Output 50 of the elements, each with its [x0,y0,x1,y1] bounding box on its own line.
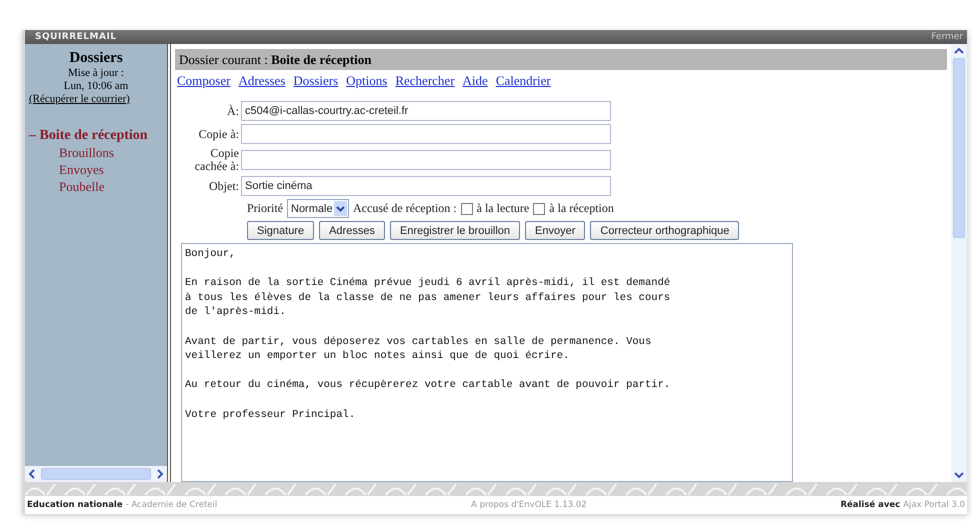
checkbox[interactable] [460,202,473,214]
brand-name: SQUIRRELMAIL [35,32,117,42]
priority-label: Priorité [247,201,283,216]
dropdown-icon [334,201,347,216]
scroll-right-icon[interactable] [155,469,165,479]
horizontal-scrollbar[interactable] [25,466,167,482]
action-button[interactable]: Enregistrer le brouillon [390,221,520,240]
checkbox[interactable] [533,202,546,214]
menu-link[interactable]: Calendrier [496,73,551,89]
field-label: À: [226,104,239,118]
field-label: Copie à: [198,128,239,140]
footer-org: Education nationale [27,500,123,510]
current-folder-text: Dossier courant : Boite de réception [179,52,372,68]
priority-select[interactable]: Normale [287,199,349,218]
vertical-scrollbar[interactable] [951,44,967,482]
message-body-field[interactable]: Bonjour, En raison de la sortie Cinéma prévue jeudi 6 avril après-midi, il est demandé à tous les élèves de la classe de ne pas amener leurs affaires pour les cours de l'après-midi. Avant de partir, vous déposerez vos cartables en salle de permanence. Vous veillerez un emporter un bloc notes ainsi que de quoi écrire. Au retour du cinéma, vous récupèrerez votre cartable avant de pouvoir partir. Votre professeur Principal. [181,243,793,482]
menu-link[interactable]: Aide [462,73,488,89]
scroll-up-icon[interactable] [954,46,964,56]
input-field[interactable] [241,124,611,144]
folder-link[interactable]: Brouillons [29,144,114,161]
sidebar-title: Dossiers [69,50,123,67]
footer-academy: - Academie de Creteil [126,500,218,510]
menu-link[interactable]: Adresses [238,73,286,89]
input-field[interactable] [241,150,611,170]
field-label: Copie cachée à: [194,147,239,173]
folder-link[interactable]: – Boite de réception [29,127,148,144]
scroll-down-icon[interactable] [954,470,964,480]
checkbox-label: à la lecture [476,201,530,216]
made-with-label: Réalisé avec [840,500,900,510]
field-label: Objet: [208,180,239,192]
action-button[interactable]: Correcteur orthographique [590,221,740,240]
input-field[interactable]: c504@i-callas-courtry.ac-creteil.fr [241,101,611,121]
input-field[interactable]: Sortie cinéma [241,176,611,196]
scroll-left-icon[interactable] [27,469,37,479]
receipt-label: Accusé de réception : [353,201,457,216]
menu-link[interactable]: Composer [177,73,230,89]
folder-link[interactable]: Envoyes [29,161,104,178]
folder-link[interactable]: Poubelle [29,178,104,195]
checkbox-label: à la réception [549,201,614,216]
action-button[interactable]: Adresses [319,221,385,240]
scroll-thumb[interactable] [953,58,965,238]
scroll-thumb[interactable] [41,468,151,480]
update-time: Lun, 10:06 am [64,80,128,93]
menu-link[interactable]: Options [346,73,388,89]
update-label: Mise à jour : [68,67,124,80]
fetch-mail-link[interactable]: (Récupérer le courrier) [29,93,130,105]
action-button[interactable]: Envoyer [525,221,586,240]
action-button[interactable]: Signature [247,221,314,240]
menu-link[interactable]: Rechercher [395,73,455,89]
menu-link[interactable]: Dossiers [293,73,338,89]
